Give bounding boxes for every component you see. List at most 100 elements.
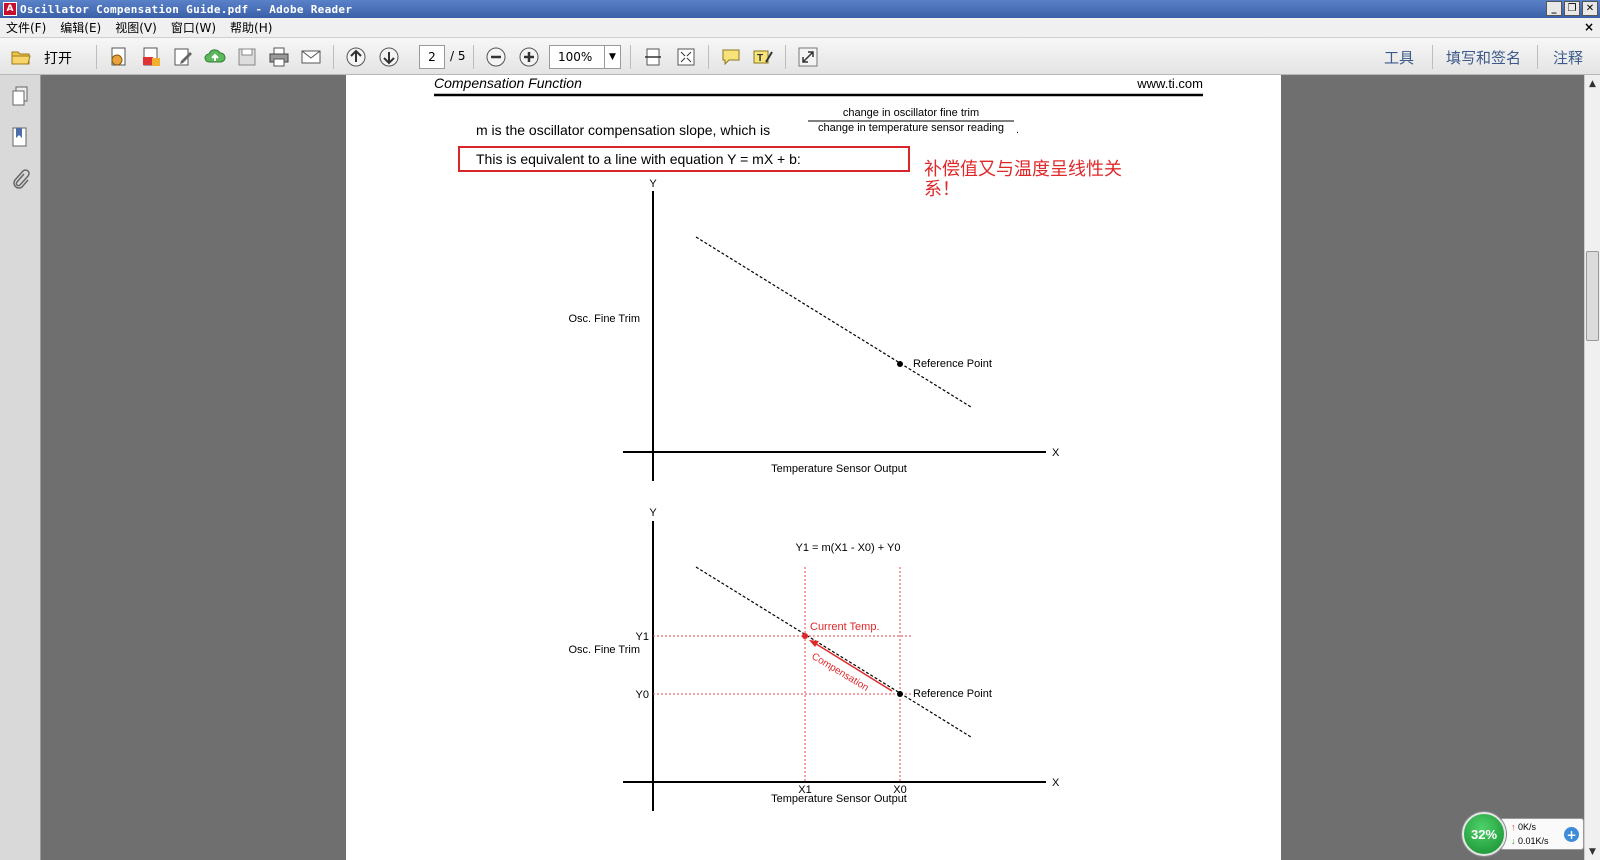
svg-text:T: T [757,53,763,64]
upload-cloud-icon[interactable] [204,46,226,68]
toolbar-separator [333,45,334,69]
memory-usage-badge[interactable]: 32% [1462,812,1506,856]
open-folder-icon[interactable] [10,46,32,68]
tab-comment[interactable]: 注释 [1553,47,1583,68]
current-temp-point [802,633,808,639]
zoom-select[interactable]: 100% ▼ [549,45,621,69]
next-page-icon[interactable] [378,46,400,68]
diagram-linear-relation: Y X Osc. Fine Trim Temperature Sensor Ou… [568,178,1060,481]
menu-help[interactable]: 帮助(H) [224,19,280,36]
scroll-up-icon[interactable]: ▲ [1585,76,1600,91]
toolbar-separator [785,45,786,69]
menu-edit[interactable]: 编辑(E) [54,19,109,36]
fit-page-icon[interactable] [642,46,664,68]
chart2-y-axis-letter: Y [649,507,657,519]
plus-icon[interactable]: + [1564,827,1579,842]
page-header-section: Compensation Function [434,75,582,91]
chart2-x-axis-letter: X [1052,777,1060,789]
title-bar: A Oscillator Compensation Guide.pdf - Ad… [0,0,1600,18]
chart1-y-axis-letter: Y [649,178,657,190]
zoom-in-icon[interactable] [518,46,540,68]
page-content: Compensation Function www.ti.com m is th… [434,75,1203,811]
bookmarks-icon[interactable] [9,126,31,148]
download-speed: ↓ 0.01K/s [1511,836,1549,846]
toolbar-separator [708,45,709,69]
compensation-arrowhead [809,640,819,647]
chart1-reference-point [897,361,903,367]
zoom-out-icon[interactable] [485,46,507,68]
fraction-period: . [1016,124,1019,136]
create-pdf-icon[interactable] [108,46,130,68]
page-thumbnails-icon[interactable] [9,85,31,107]
adobe-reader-window: A Oscillator Compensation Guide.pdf - Ad… [0,0,1600,860]
page-number-input[interactable]: 2 [419,45,445,69]
current-temp-label: Current Temp. [810,621,880,633]
network-speed-panel: ↑ 0K/s ↓ 0.01K/s + [1500,818,1584,850]
upload-arrow-icon: ↑ [1511,822,1516,832]
email-icon[interactable] [300,46,322,68]
chart2-y-label: Osc. Fine Trim [568,644,640,656]
chart1-x-label: Temperature Sensor Output [771,463,907,475]
tick-y0: Y0 [636,689,649,701]
tick-x0: X0 [893,784,906,796]
annotation-note-line1[interactable]: 补偿值又与温度呈线性关 [924,159,1122,179]
window-controls: _ ❐ ✕ [1546,1,1598,16]
toolbar-separator [1537,45,1538,69]
menu-window[interactable]: 窗口(W) [165,19,224,36]
diagram-compensation: Y X Osc. Fine Trim Temperature Sensor Ou… [568,507,1060,811]
tick-x1: X1 [798,784,811,796]
fraction-denominator: change in temperature sensor reading [818,122,1004,134]
network-speed-widget[interactable]: ↑ 0K/s ↓ 0.01K/s + 32% [1462,812,1590,856]
chart2-trend-line [695,566,972,738]
tick-y1: Y1 [636,631,649,643]
chart2-formula: Y1 = m(X1 - X0) + Y0 [796,542,901,554]
toolbar-separator [630,45,631,69]
previous-page-icon[interactable] [345,46,367,68]
document-viewport[interactable]: Compensation Function www.ti.com m is th… [41,75,1584,860]
menu-file[interactable]: 文件(F) [0,19,54,36]
comment-bubble-icon[interactable] [720,46,742,68]
chart1-y-label: Osc. Fine Trim [568,313,640,325]
window-title: Oscillator Compensation Guide.pdf - Adob… [20,2,353,16]
equation-text: This is equivalent to a line with equati… [476,151,801,167]
download-speed-value: 0.01K/s [1518,836,1549,846]
close-window-button[interactable]: ✕ [1582,1,1598,16]
fit-width-icon[interactable] [675,46,697,68]
save-icon[interactable] [236,46,258,68]
chevron-down-icon[interactable]: ▼ [604,46,620,68]
attachments-paperclip-icon[interactable] [9,168,31,190]
menu-view[interactable]: 视图(V) [109,19,165,36]
close-document-button[interactable]: × [1584,20,1594,34]
restore-button[interactable]: ❐ [1564,1,1580,16]
upload-speed: ↑ 0K/s [1511,822,1536,832]
tab-tools[interactable]: 工具 [1384,47,1414,68]
slope-text: m is the oscillator compensation slope, … [476,122,770,138]
chart1-x-axis-letter: X [1052,447,1060,459]
download-arrow-icon: ↓ [1511,836,1516,846]
edit-pdf-icon[interactable] [172,46,194,68]
vertical-scrollbar[interactable]: ▲ ▼ [1584,75,1600,860]
chart2-x-label: Temperature Sensor Output [771,793,907,805]
expand-icon[interactable] [797,46,819,68]
upload-speed-value: 0K/s [1518,822,1537,832]
fraction-numerator: change in oscillator fine trim [843,107,979,119]
chart1-trend-line [695,236,972,408]
toolbar-separator [96,45,97,69]
open-button-label[interactable]: 打开 [44,48,72,68]
toolbar-separator [473,45,474,69]
chart2-reference-label: Reference Point [913,688,992,700]
chart2-reference-point [897,691,903,697]
navigation-panel [0,75,41,860]
scrollbar-thumb[interactable] [1586,251,1599,341]
menu-bar: 文件(F) 编辑(E) 视图(V) 窗口(W) 帮助(H) × [0,18,1600,38]
minimize-button[interactable]: _ [1546,1,1562,16]
print-icon[interactable] [268,46,290,68]
zoom-value: 100% [558,50,593,64]
toolbar: 打开 2 / 5 100% ▼ T 工具 填写和签名 注释 [0,38,1600,75]
export-pdf-icon[interactable] [140,46,162,68]
page-total: / 5 [450,49,466,63]
pdf-page: Compensation Function www.ti.com m is th… [346,75,1281,860]
tab-fill-sign[interactable]: 填写和签名 [1446,47,1521,68]
highlight-text-icon[interactable]: T [752,46,774,68]
annotation-note-line2[interactable]: 系！ [924,179,960,199]
